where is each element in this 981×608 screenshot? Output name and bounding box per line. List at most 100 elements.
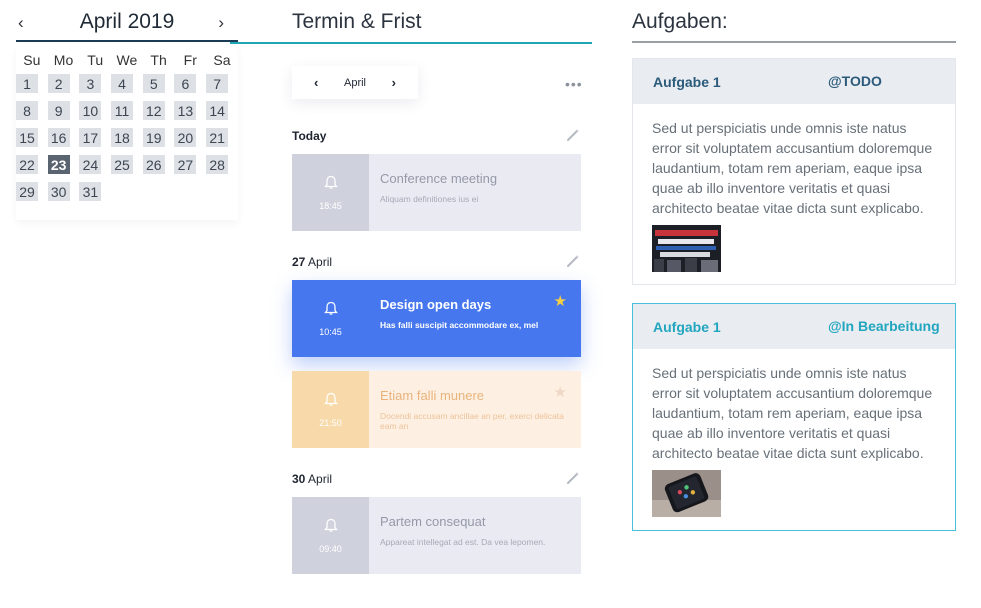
tasks-header: Aufgaben: [632, 0, 956, 43]
calendar-day[interactable]: 13 [174, 101, 197, 120]
event-body: Etiam falli munere Docendi accusam ancil… [369, 371, 581, 448]
mini-calendar: ‹ April 2019 › Su Mo Tu We Th Fr Sa 1234… [16, 4, 238, 216]
calendar-day[interactable]: 12 [142, 101, 165, 120]
weekday-label: We [116, 52, 138, 68]
calendar-day[interactable]: 2 [47, 74, 70, 93]
calendar-day[interactable]: 26 [142, 155, 165, 174]
weekday-label: Mo [53, 52, 74, 68]
calendar-day[interactable]: 5 [142, 74, 165, 93]
star-icon[interactable]: ★ [554, 292, 567, 310]
calendar-day[interactable]: 30 [47, 182, 70, 201]
schedule-header: Termin & Frist [230, 0, 592, 44]
calendar-day[interactable]: 10 [79, 101, 102, 120]
event-body: Conference meeting Aliquam definitiones … [369, 154, 581, 231]
bell-icon [323, 301, 338, 320]
calendar-day[interactable]: 6 [174, 74, 197, 93]
bell-icon [323, 518, 338, 537]
chevron-right-icon[interactable]: › [392, 75, 396, 90]
event-time: 09:40 [319, 543, 342, 554]
event-description: Aliquam definitiones ius ei [380, 194, 479, 204]
section-heading-rest: April [305, 472, 333, 486]
calendar-day[interactable]: 25 [111, 155, 134, 174]
event-time: 21:50 [319, 417, 342, 428]
task-card-header: Aufgabe 1 @TODO [633, 59, 955, 104]
task-card-body: Sed ut perspiciatis unde omnis iste natu… [633, 104, 955, 272]
calendar-day[interactable]: 17 [79, 128, 102, 147]
task-attachment-thumbnail[interactable] [652, 470, 721, 517]
schedule-title: Termin & Frist [292, 10, 422, 33]
task-status: @TODO [828, 73, 882, 89]
next-month-icon[interactable]: › [218, 13, 224, 33]
section-heading-today: Today [292, 129, 326, 143]
bell-icon [323, 392, 338, 411]
event-description: Docendi accusam ancillae an per, exerci … [380, 411, 564, 431]
event-title: Conference meeting [380, 171, 498, 186]
calendar-day[interactable]: 19 [142, 128, 165, 147]
event-description: Appareat intellegat ad est. Da vea lepom… [380, 537, 546, 547]
task-card[interactable]: Aufgabe 1 @TODO Sed ut perspiciatis unde… [632, 58, 956, 285]
task-card-header: Aufgabe 1 @In Bearbeitung [633, 304, 955, 349]
calendar-day[interactable]: 9 [47, 101, 70, 120]
bell-icon [323, 175, 338, 194]
section-heading-27-april: 27 April [292, 255, 332, 269]
more-options-icon[interactable]: ••• [565, 76, 583, 92]
star-icon[interactable]: ★ [554, 383, 567, 401]
task-card[interactable]: Aufgabe 1 @In Bearbeitung Sed ut perspic… [632, 303, 956, 531]
calendar-day[interactable]: 3 [79, 74, 102, 93]
calendar-day[interactable]: 27 [174, 155, 197, 174]
weekday-label: Tu [87, 52, 104, 68]
calendar-day[interactable]: 22 [16, 155, 38, 174]
calendar-day[interactable]: 24 [79, 155, 102, 174]
task-name: Aufgabe 1 [653, 318, 721, 335]
magic-wand-icon[interactable] [566, 254, 580, 271]
calendar-day[interactable]: 11 [111, 101, 134, 120]
calendar-month-title: April 2019 [79, 10, 175, 33]
month-label: April [343, 76, 366, 89]
event-time-panel: 18:45 [292, 154, 369, 231]
task-card-body: Sed ut perspiciatis unde omnis iste natu… [633, 349, 955, 517]
event-card-highlighted[interactable]: 10:45 Design open days Has falli suscipi… [292, 280, 581, 357]
calendar-day[interactable]: 1 [16, 74, 38, 93]
task-name: Aufgabe 1 [653, 73, 721, 90]
section-heading-30-april: 30 April [292, 472, 332, 486]
task-attachment-thumbnail[interactable] [652, 225, 721, 272]
event-card[interactable]: 18:45 Conference meeting Aliquam definit… [292, 154, 581, 231]
weekday-header: Su Mo Tu We Th Fr Sa [16, 52, 238, 68]
event-card[interactable]: 21:50 Etiam falli munere Docendi accusam… [292, 371, 581, 448]
calendar-day[interactable]: 28 [206, 155, 229, 174]
magic-wand-icon[interactable] [566, 128, 580, 145]
magic-wand-icon[interactable] [566, 471, 580, 488]
section-heading-bold: 27 [292, 255, 306, 269]
calendar-header: ‹ April 2019 › [16, 4, 238, 42]
task-status: @In Bearbeitung [828, 318, 940, 334]
calendar-day[interactable]: 21 [206, 128, 229, 147]
month-switcher: ‹ April › [292, 66, 418, 99]
tasks-title: Aufgaben: [632, 10, 728, 33]
calendar-day[interactable]: 8 [16, 101, 38, 120]
event-description: Has falli suscipit accommodare ex, mel [380, 320, 539, 330]
task-description: Sed ut perspiciatis unde omnis iste natu… [652, 120, 933, 216]
event-time-panel: 21:50 [292, 371, 369, 448]
event-title: Etiam falli munere [380, 388, 485, 403]
calendar-day-grid: 1 2 3 4 5 6 7 8 9 10 11 12 13 14 15 16 17 18 19 20 21 22 23 24 2… [16, 74, 238, 201]
calendar-day-selected[interactable]: 23 [47, 155, 70, 174]
calendar-day[interactable]: 31 [79, 182, 102, 201]
calendar-day[interactable]: 7 [206, 74, 229, 93]
calendar-day[interactable]: 20 [174, 128, 197, 147]
event-time-panel: 10:45 [292, 280, 369, 357]
calendar-day[interactable]: 29 [16, 182, 38, 201]
calendar-day[interactable]: 4 [111, 74, 134, 93]
calendar-day[interactable]: 18 [111, 128, 134, 147]
event-title: Partem consequat [380, 514, 486, 529]
weekday-label: Th [150, 52, 167, 68]
weekday-label: Sa [213, 52, 231, 68]
calendar-day[interactable]: 15 [16, 128, 38, 147]
chevron-left-icon[interactable]: ‹ [314, 75, 318, 90]
calendar-day[interactable]: 16 [47, 128, 70, 147]
event-card[interactable]: 09:40 Partem consequat Appareat intelleg… [292, 497, 581, 574]
event-title: Design open days [380, 297, 492, 312]
section-heading-rest: April [305, 255, 333, 269]
weekday-label: Fr [183, 52, 197, 68]
calendar-day[interactable]: 14 [206, 101, 229, 120]
weekday-label: Su [23, 52, 41, 68]
